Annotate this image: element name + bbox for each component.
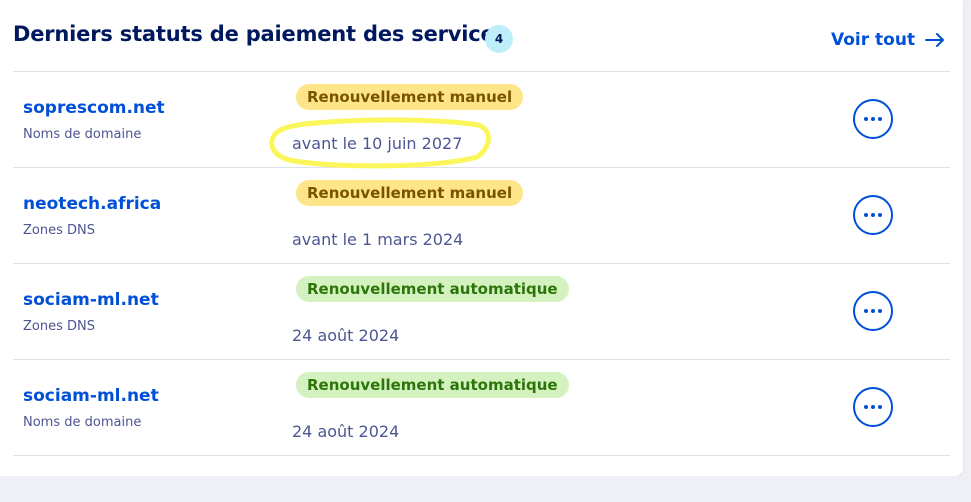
service-name-link[interactable]: neotech.africa: [23, 194, 161, 214]
more-options-icon: [864, 309, 882, 313]
more-options-button[interactable]: [853, 291, 893, 331]
renewal-date: 24 août 2024: [292, 326, 400, 345]
payment-status-card: Derniers statuts de paiement des service…: [0, 0, 963, 476]
service-row: sociam-ml.net Noms de domaine Renouvelle…: [13, 360, 950, 456]
divider: [13, 455, 950, 456]
arrow-right-icon: [925, 33, 945, 47]
status-badge: Renouvellement automatique: [296, 276, 569, 302]
service-type: Zones DNS: [23, 319, 95, 334]
more-options-icon: [864, 117, 882, 121]
status-badge: Renouvellement manuel: [296, 84, 524, 110]
renewal-date: avant le 1 mars 2024: [292, 230, 464, 249]
service-name-link[interactable]: sociam-ml.net: [23, 290, 159, 310]
more-options-button[interactable]: [853, 195, 893, 235]
see-all-link[interactable]: Voir tout: [831, 30, 945, 50]
status-badge: Renouvellement automatique: [296, 372, 569, 398]
count-badge: 4: [485, 25, 513, 53]
service-row: soprescom.net Noms de domaine Renouvelle…: [13, 72, 950, 168]
more-options-icon: [864, 405, 882, 409]
service-type: Noms de domaine: [23, 127, 142, 142]
service-row: sociam-ml.net Zones DNS Renouvellement a…: [13, 264, 950, 360]
see-all-label: Voir tout: [831, 30, 916, 50]
card-title: Derniers statuts de paiement des service…: [13, 22, 507, 46]
service-type: Zones DNS: [23, 223, 95, 238]
page-background: [0, 476, 971, 502]
card-header: Derniers statuts de paiement des service…: [13, 22, 963, 56]
service-row: neotech.africa Zones DNS Renouvellement …: [13, 168, 950, 264]
more-options-icon: [864, 213, 882, 217]
service-name-link[interactable]: soprescom.net: [23, 98, 165, 118]
renewal-date: 24 août 2024: [292, 422, 400, 441]
more-options-button[interactable]: [853, 99, 893, 139]
renewal-date: avant le 10 juin 2027: [292, 134, 463, 153]
service-type: Noms de domaine: [23, 415, 142, 430]
more-options-button[interactable]: [853, 387, 893, 427]
service-name-link[interactable]: sociam-ml.net: [23, 386, 159, 406]
status-badge: Renouvellement manuel: [296, 180, 524, 206]
